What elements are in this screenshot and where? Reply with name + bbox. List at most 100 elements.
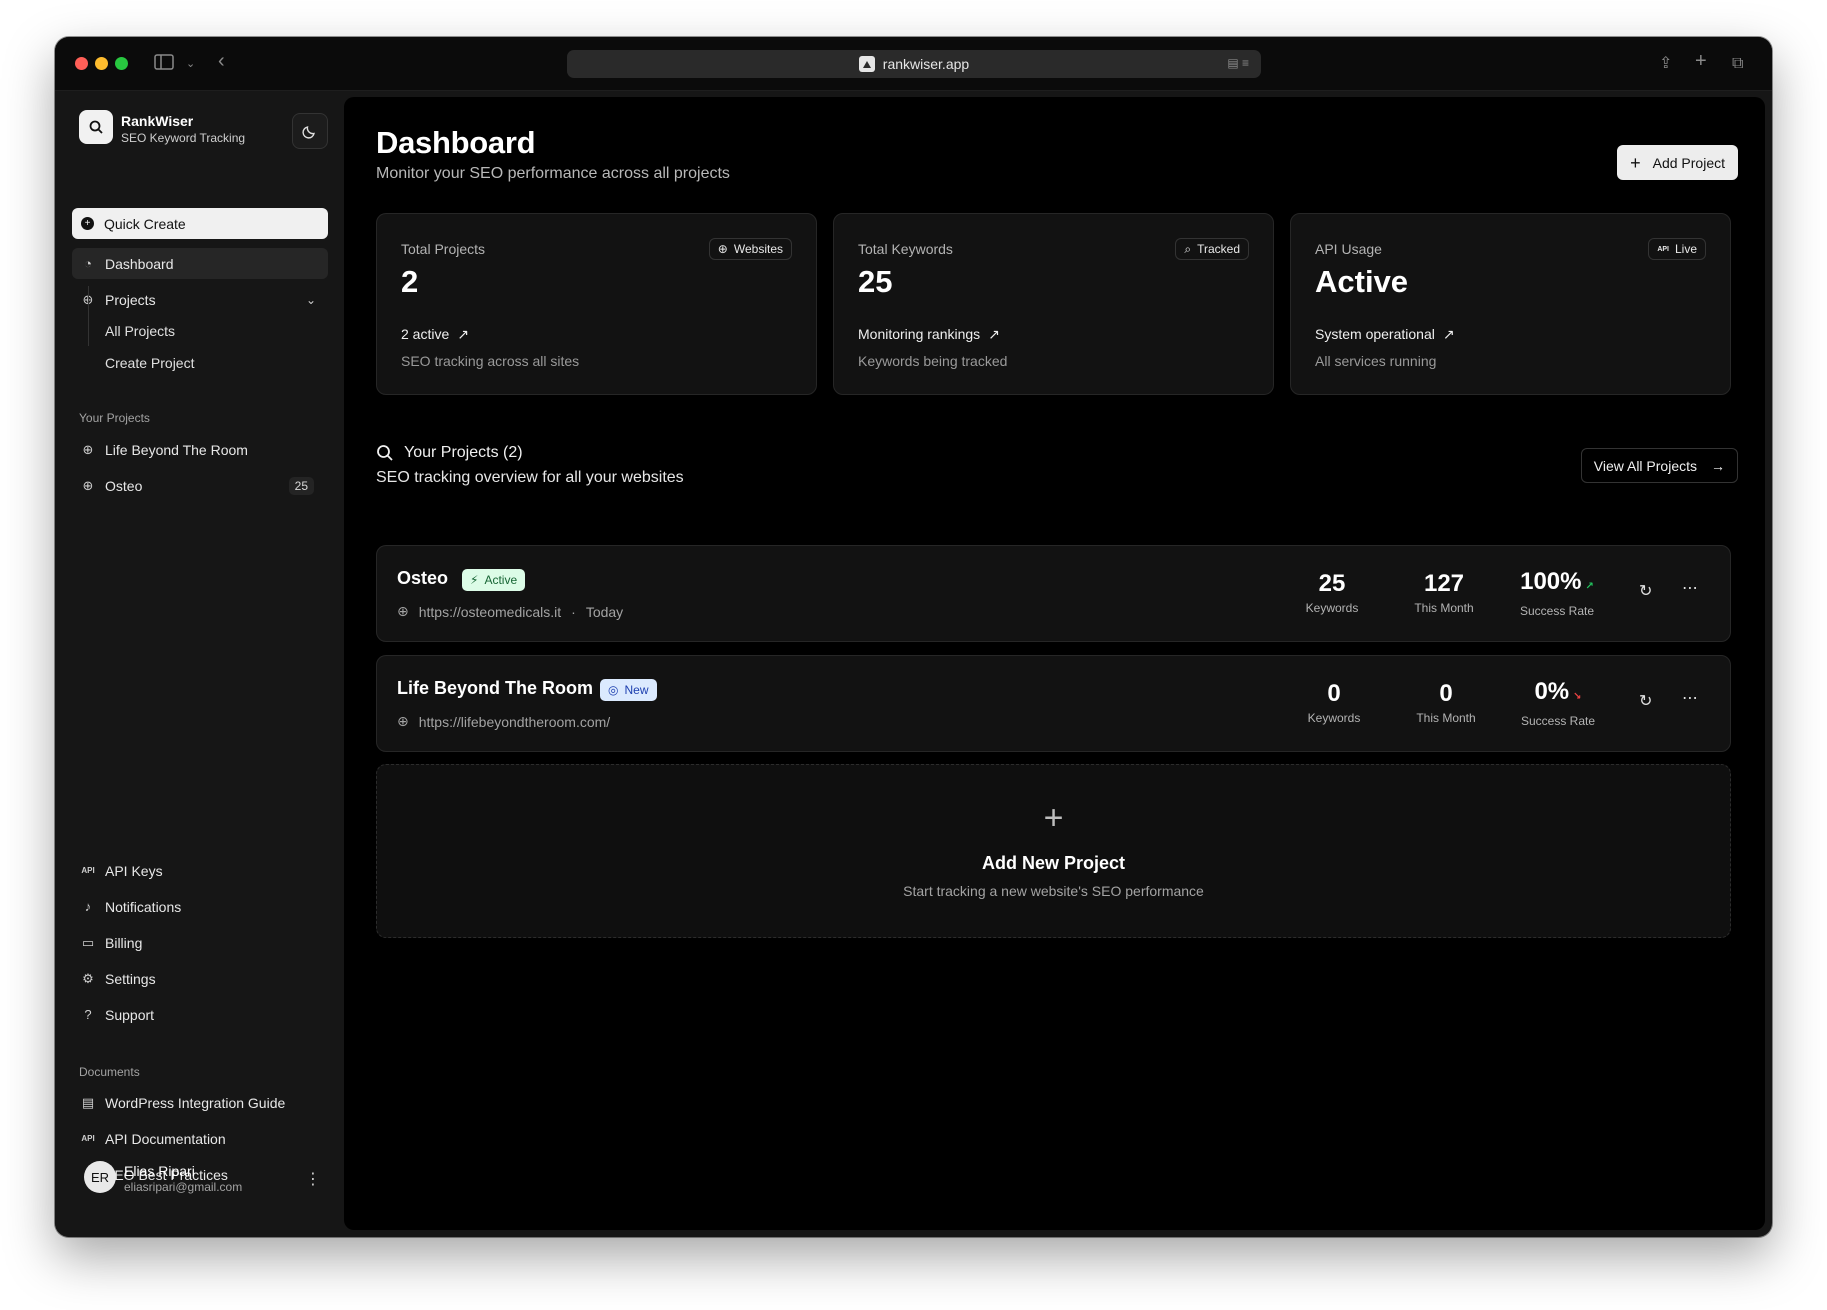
back-icon[interactable]: ‹ [218, 51, 225, 71]
stat-footnote: SEO tracking across all sites [401, 353, 580, 369]
status-badge: ◎ New [600, 679, 657, 701]
stat-trend: System operational ↗ [1315, 326, 1455, 343]
page-title: Dashboard [376, 125, 536, 160]
bell-icon: ♪ [84, 899, 92, 914]
sidebar-project-osteo[interactable]: ⊕ Osteo 25 [72, 470, 328, 501]
stat-footnote: Keywords being tracked [858, 353, 1008, 369]
stat-label: API Usage [1315, 241, 1382, 257]
add-new-project-card[interactable]: + Add New Project Start tracking a new w… [376, 764, 1731, 938]
brand-tagline: SEO Keyword Tracking [121, 131, 246, 145]
search-icon [89, 120, 103, 134]
minimize-window-button[interactable] [95, 57, 108, 70]
sidebar-item-dashboard[interactable]: ◔ Dashboard [72, 248, 328, 279]
sidebar-item-create-project[interactable]: Create Project [105, 355, 194, 371]
globe-icon: ⊕ [82, 441, 94, 457]
project-card-life-beyond[interactable]: Life Beyond The Room ◎ New ⊕ https://lif… [376, 655, 1731, 752]
metric-success-rate: 100% ↗ Success Rate [1512, 568, 1602, 619]
quick-create-button[interactable]: + Quick Create [72, 208, 328, 239]
chevron-down-icon[interactable]: ⌄ [186, 54, 195, 74]
metric-value: 0% [1534, 678, 1570, 705]
sidebar-toggle-icon[interactable] [154, 54, 174, 76]
sidebar-item-support[interactable]: ? Support [72, 999, 328, 1030]
project-name[interactable]: Life Beyond The Room [397, 678, 593, 699]
search-icon: ⌕ [1184, 241, 1192, 256]
moon-icon [302, 126, 315, 139]
sidebar-item-label: Osteo [105, 477, 143, 494]
refresh-icon[interactable]: ↻ [1639, 581, 1652, 601]
plus-icon: + [1630, 152, 1641, 173]
metric-label: Success Rate [1519, 604, 1595, 618]
globe-icon: ⊕ [397, 603, 409, 619]
stat-trend-label: 2 active [401, 326, 450, 342]
brand-logo[interactable] [79, 110, 113, 144]
file-text-icon: ▤ [81, 1094, 95, 1110]
stat-trend-label: System operational [1315, 326, 1435, 342]
gear-icon: ⚙ [82, 970, 94, 986]
search-icon [377, 445, 393, 461]
metric-keywords: 0 Keywords [1289, 681, 1379, 726]
tabs-overview-icon[interactable]: ⧉ [1732, 54, 1743, 74]
quick-create-label: Quick Create [104, 215, 186, 232]
refresh-icon[interactable]: ↻ [1639, 691, 1652, 711]
view-all-projects-button[interactable]: View All Projects → [1580, 448, 1738, 483]
stat-trend: Monitoring rankings ↗ [858, 326, 1000, 343]
metric-label: This Month [1414, 601, 1474, 615]
credit-card-icon: ▭ [81, 934, 95, 950]
more-horizontal-icon[interactable]: ⋯ [1682, 578, 1698, 598]
doc-api-documentation[interactable]: API API Documentation [72, 1123, 328, 1154]
sidebar-item-notifications[interactable]: ♪ Notifications [72, 891, 328, 922]
stat-card-projects: Total Projects 2 ⊕ Websites 2 active ↗ SE… [376, 213, 817, 395]
doc-wordpress-guide[interactable]: ▤ WordPress Integration Guide [72, 1087, 328, 1118]
metric-value: 100% [1520, 568, 1582, 595]
project-name[interactable]: Osteo [397, 568, 448, 589]
stat-label: Total Projects [401, 241, 486, 257]
sidebar-item-api-keys[interactable]: API API Keys [72, 855, 328, 886]
metric-keywords: 25 Keywords [1287, 571, 1377, 616]
sidebar-item-label: Dashboard [105, 255, 174, 272]
share-icon[interactable]: ⇪ [1659, 54, 1672, 74]
metric-label: This Month [1416, 711, 1476, 725]
status-badge: ⚡ Active [462, 569, 526, 591]
close-window-button[interactable] [75, 57, 88, 70]
theme-toggle-button[interactable] [292, 113, 328, 149]
metric-value: 127 [1423, 570, 1465, 597]
sidebar-item-all-projects[interactable]: All Projects [105, 323, 175, 339]
metric-label: Keywords [1307, 711, 1361, 725]
more-horizontal-icon[interactable]: ⋯ [1682, 688, 1698, 708]
stat-trend-label: Monitoring rankings [858, 326, 981, 342]
sidebar-item-label: Projects [105, 291, 156, 308]
sidebar-item-projects[interactable]: ⊕ Projects ⌄ [72, 284, 328, 315]
status-label: Active [484, 573, 518, 587]
project-url: ⊕ https://osteomedicals.it · Today [397, 603, 623, 620]
sidebar-project-life-beyond[interactable]: ⊕ Life Beyond The Room [72, 434, 328, 465]
trending-up-icon: ↗ [457, 326, 469, 342]
project-card-osteo[interactable]: Osteo ⚡ Active ⊕ https://osteomedicals.i… [376, 545, 1731, 642]
stat-badge: ⌕ Tracked [1175, 238, 1249, 260]
help-circle-icon: ? [84, 1007, 92, 1022]
sidebar-item-label: Life Beyond The Room [105, 441, 248, 458]
sidebar-item-label: Support [105, 1006, 155, 1023]
project-url-text[interactable]: https://osteomedicals.it [419, 604, 561, 620]
project-date: Today [585, 603, 624, 620]
zoom-window-button[interactable] [115, 57, 128, 70]
add-project-button[interactable]: + Add Project [1617, 145, 1738, 180]
api-icon: API [1657, 245, 1669, 253]
documents-label: Documents [79, 1065, 140, 1079]
project-url-text[interactable]: https://lifebeyondtheroom.com/ [419, 714, 610, 730]
stat-badge-label: Tracked [1197, 242, 1240, 256]
new-tab-icon[interactable]: + [1695, 51, 1707, 71]
sidebar-item-label: WordPress Integration Guide [105, 1094, 286, 1111]
sidebar-item-settings[interactable]: ⚙ Settings [72, 963, 328, 994]
metric-this-month: 0 This Month [1401, 681, 1491, 726]
more-vertical-icon[interactable]: ⋮ [305, 1169, 321, 1189]
address-bar[interactable]: rankwiser.app ▤ ≡ [567, 50, 1261, 78]
submenu-divider [88, 286, 89, 346]
user-avatar[interactable]: ER [84, 1161, 116, 1193]
brand-name: RankWiser [121, 113, 194, 129]
reader-icon[interactable]: ▤ ≡ [1227, 56, 1249, 70]
sidebar-item-billing[interactable]: ▭ Billing [72, 927, 328, 958]
arrow-right-icon: → [1711, 457, 1725, 474]
project-url: ⊕ https://lifebeyondtheroom.com/ [397, 713, 610, 730]
trend-down-sparkline-icon: ↘ [1573, 691, 1582, 702]
sidebar-item-label: Notifications [105, 898, 182, 915]
